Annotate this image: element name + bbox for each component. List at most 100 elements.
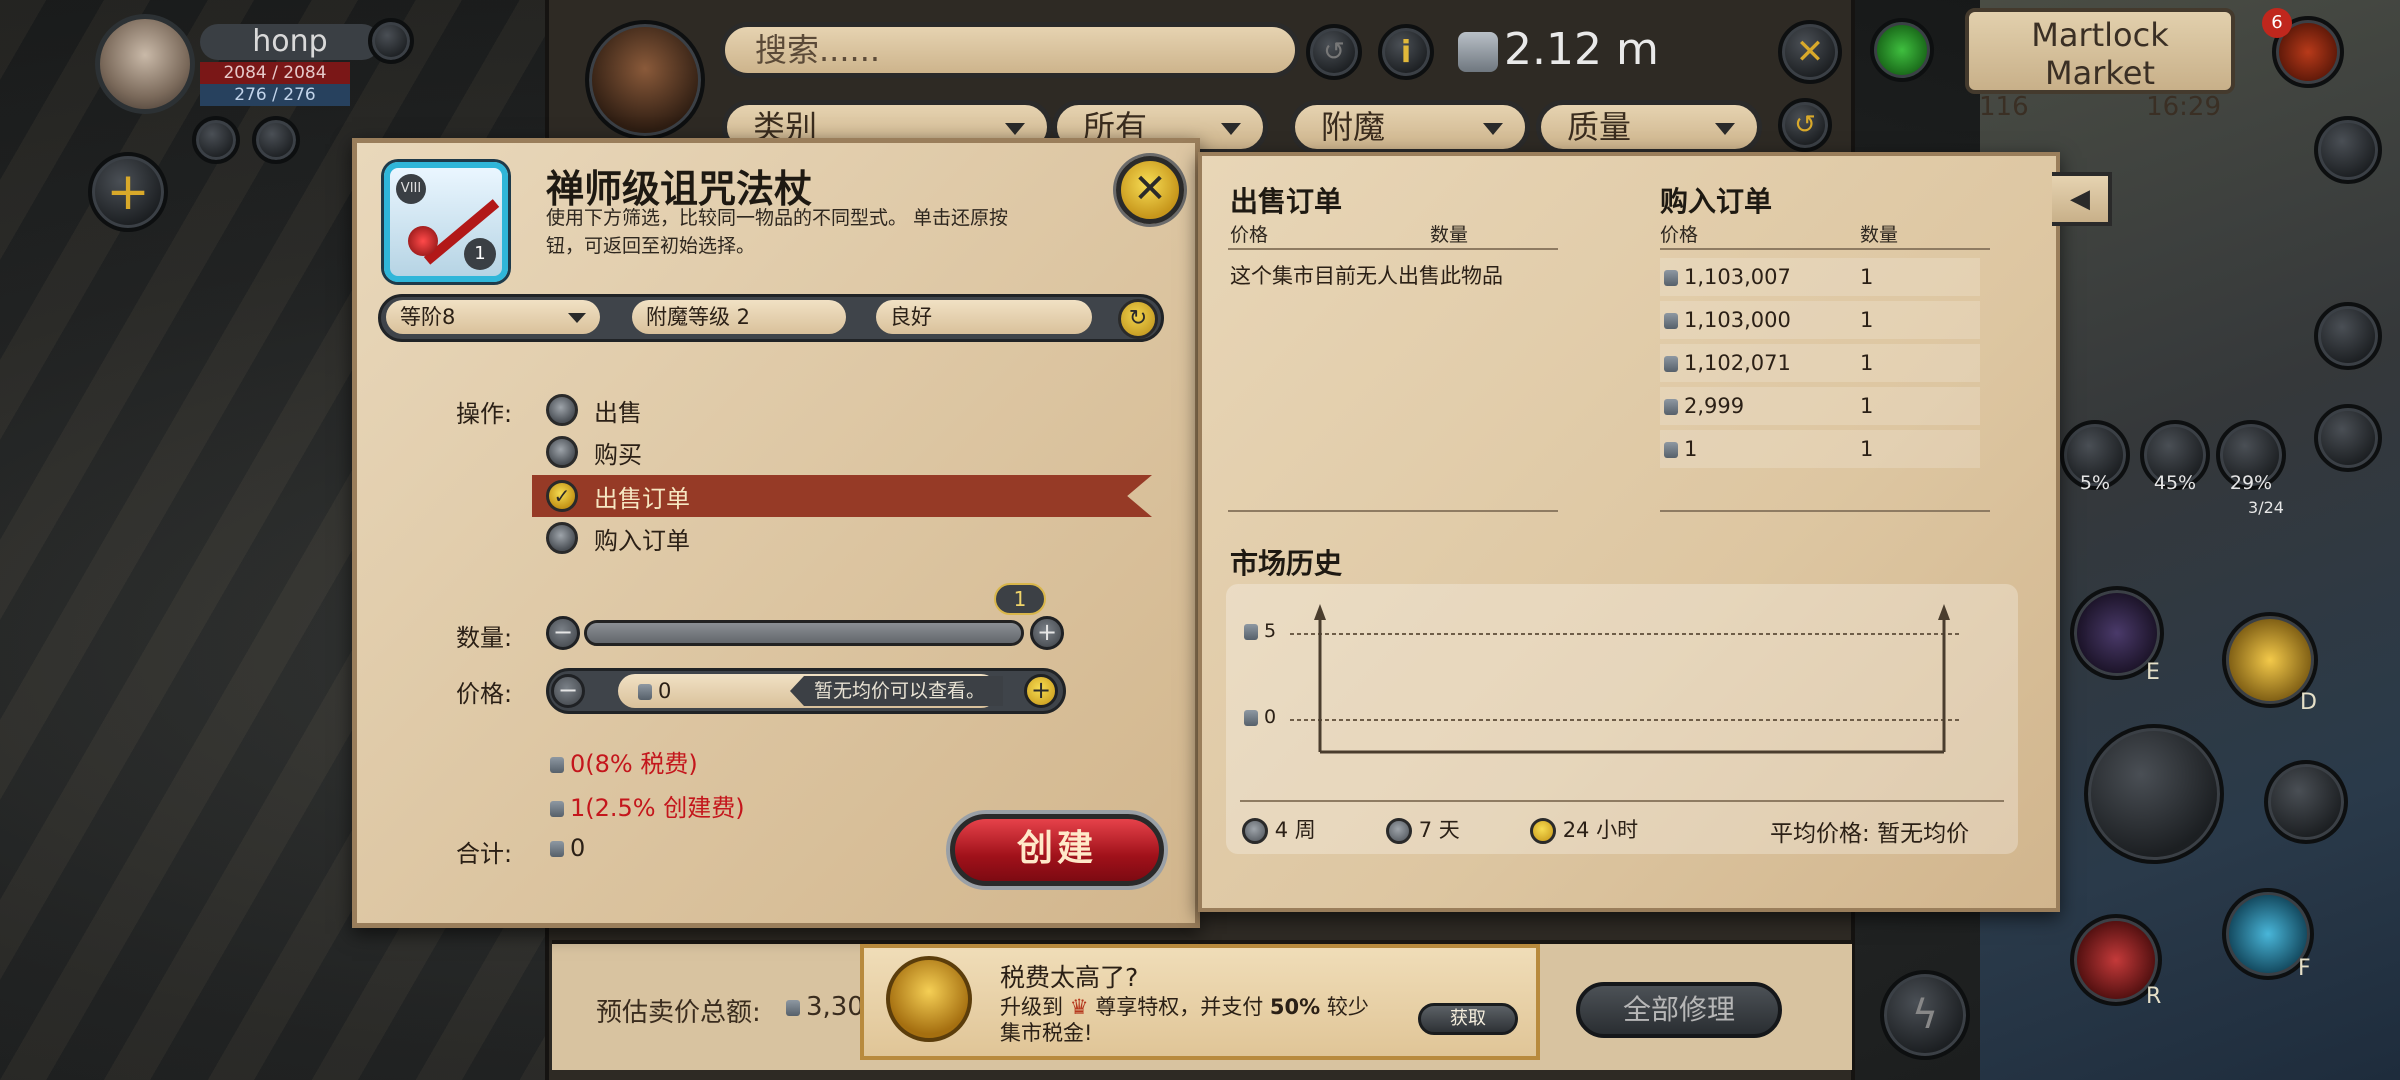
order-qty: 1 bbox=[1860, 265, 1874, 289]
price-increase-button[interactable]: + bbox=[1024, 674, 1058, 708]
key-label-r: R bbox=[2146, 984, 2162, 1009]
operation-option-buy-order[interactable]: 购入订单 bbox=[546, 518, 1146, 558]
quality-filter[interactable]: 质量 bbox=[1536, 100, 1762, 154]
ability-percent-2: 45% bbox=[2153, 472, 2197, 494]
restore-selection-icon[interactable]: ↻ bbox=[1118, 299, 1158, 339]
buy-order-row[interactable]: 1,103,000 1 bbox=[1660, 301, 1980, 339]
item-icon: VIII 1 bbox=[384, 162, 508, 282]
operation-option-label: 出售 bbox=[594, 398, 642, 427]
get-premium-button[interactable]: 获取 bbox=[1418, 1003, 1518, 1035]
quantity-slider-fill bbox=[587, 623, 1021, 643]
enchant-filter[interactable]: 附魔 bbox=[1290, 100, 1530, 154]
guild-icon[interactable] bbox=[2314, 404, 2382, 472]
radio-button[interactable] bbox=[1242, 818, 1268, 844]
silver-coins-icon bbox=[1458, 32, 1498, 72]
enchant-level-select[interactable]: 附魔等级 2 bbox=[632, 300, 846, 334]
operation-option-label: 购买 bbox=[594, 440, 642, 469]
average-price-hint: 暂无均价可以查看。 bbox=[790, 676, 1004, 706]
range-option-7-days[interactable]: 7 天 bbox=[1386, 814, 1460, 844]
create-order-button[interactable]: 创建 bbox=[950, 814, 1164, 886]
search-input[interactable]: 搜索...... bbox=[720, 22, 1300, 78]
ability-percent-3: 29% bbox=[2229, 472, 2273, 494]
sell-orders-empty: 这个集市目前无人出售此物品 bbox=[1230, 264, 1503, 288]
premium-icon: ♛ bbox=[1069, 995, 1089, 1019]
buff-icon-2 bbox=[252, 116, 300, 164]
item-tier-badge: VIII bbox=[396, 174, 426, 204]
attack-sword-button[interactable] bbox=[2084, 724, 2224, 864]
divider bbox=[1228, 510, 1558, 512]
operation-option-sell-order[interactable]: ✓ 出售订单 bbox=[532, 475, 1152, 517]
average-price: 平均价格: 暂无均价 bbox=[1770, 821, 1970, 847]
info-icon[interactable]: i bbox=[1378, 24, 1434, 80]
sell-qty-header: 数量 bbox=[1430, 224, 1469, 246]
reset-filters-icon[interactable]: ↺ bbox=[1778, 98, 1832, 152]
order-qty: 1 bbox=[1860, 308, 1874, 332]
range-handle-left-tip bbox=[1314, 604, 1326, 620]
order-qty: 1 bbox=[1860, 394, 1874, 418]
price-label: 价格: bbox=[456, 680, 513, 708]
range-option-4-weeks[interactable]: 4 周 bbox=[1242, 814, 1316, 844]
settings-gear-icon[interactable] bbox=[368, 18, 414, 64]
silver-coin-icon bbox=[550, 841, 564, 857]
setup-fee: 1(2.5% 创建费) bbox=[550, 788, 745, 823]
operation-option-buy[interactable]: 购买 bbox=[546, 432, 1146, 472]
player-energy-bar: 276 / 276 bbox=[200, 84, 350, 106]
game-time: 16:29 bbox=[2146, 92, 2221, 122]
silver-coin-icon bbox=[1664, 356, 1678, 372]
buy-qty-header: 数量 bbox=[1860, 224, 1899, 246]
total-label: 合计: bbox=[456, 840, 513, 868]
add-icon[interactable]: + bbox=[88, 152, 168, 232]
operation-option-label: 出售订单 bbox=[594, 484, 690, 513]
collapse-panel-tab[interactable]: ◀ bbox=[2052, 172, 2112, 226]
lightning-icon[interactable]: ϟ bbox=[1880, 970, 1970, 1060]
quantity-increase-button[interactable]: + bbox=[1030, 616, 1064, 650]
radio-button[interactable] bbox=[546, 436, 578, 468]
order-price: 1 bbox=[1684, 437, 1698, 461]
radio-button-checked[interactable] bbox=[1530, 818, 1556, 844]
promo-text: 升级到 ♛ 尊享特权，并支付 50% 较少 集市税金! bbox=[1000, 995, 1369, 1045]
tier-select[interactable]: 等阶8 bbox=[386, 300, 600, 334]
buy-order-row[interactable]: 1,103,007 1 bbox=[1660, 258, 1980, 296]
close-market-icon[interactable]: ✕ bbox=[1778, 20, 1842, 84]
radio-button[interactable] bbox=[546, 394, 578, 426]
silver-coin-icon bbox=[550, 757, 564, 773]
chevron-down-icon bbox=[568, 313, 586, 323]
price-decrease-button[interactable]: − bbox=[551, 674, 585, 708]
quantity-slider[interactable] bbox=[584, 620, 1024, 646]
sell-orders-title: 出售订单 bbox=[1230, 185, 1343, 218]
range-handle-right-tip bbox=[1938, 604, 1950, 620]
buy-order-row[interactable]: 2,999 1 bbox=[1660, 387, 1980, 425]
target-icon[interactable] bbox=[2264, 760, 2348, 844]
radio-button[interactable] bbox=[546, 522, 578, 554]
notification-badge: 6 bbox=[2262, 8, 2292, 38]
order-price: 1,102,071 bbox=[1684, 351, 1791, 375]
player-avatar[interactable] bbox=[95, 14, 195, 114]
quality-select[interactable]: 良好 bbox=[876, 300, 1092, 334]
radio-button[interactable] bbox=[1386, 818, 1412, 844]
quantity-decrease-button[interactable]: − bbox=[546, 616, 580, 650]
radio-button-checked[interactable]: ✓ bbox=[546, 480, 578, 512]
estimate-label: 预估卖价总额: bbox=[596, 998, 761, 1028]
repair-all-button[interactable]: 全部修理 bbox=[1576, 982, 1782, 1038]
lock-pin-icon[interactable] bbox=[1870, 18, 1934, 82]
y-tick-label: 0 bbox=[1244, 706, 1276, 728]
buy-order-row[interactable]: 1 1 bbox=[1660, 430, 1980, 468]
close-dialog-button[interactable]: ✕ bbox=[1116, 156, 1184, 224]
silver-coin-icon bbox=[1664, 270, 1678, 286]
order-qty: 1 bbox=[1860, 437, 1874, 461]
mount-icon[interactable] bbox=[2314, 116, 2382, 184]
order-price: 2,999 bbox=[1684, 394, 1745, 418]
inventory-count: 3/24 bbox=[2248, 498, 2284, 517]
operation-option-sell[interactable]: 出售 bbox=[546, 390, 1146, 430]
character-icon[interactable] bbox=[2314, 302, 2382, 370]
order-qty: 1 bbox=[1860, 351, 1874, 375]
silver-balance: 2.12 m bbox=[1504, 24, 1659, 75]
sell-price-header: 价格 bbox=[1230, 224, 1269, 246]
range-option-24-hours[interactable]: 24 小时 bbox=[1530, 814, 1638, 844]
buy-order-row[interactable]: 1,102,071 1 bbox=[1660, 344, 1980, 382]
operation-option-label: 购入订单 bbox=[594, 526, 690, 555]
item-quantity-badge: 1 bbox=[464, 238, 496, 270]
reset-search-icon[interactable]: ↺ bbox=[1306, 24, 1362, 80]
location-panel[interactable]: Martlock Market 116 16:29 bbox=[1965, 8, 2235, 122]
location-name: Martlock Market bbox=[2031, 16, 2169, 92]
